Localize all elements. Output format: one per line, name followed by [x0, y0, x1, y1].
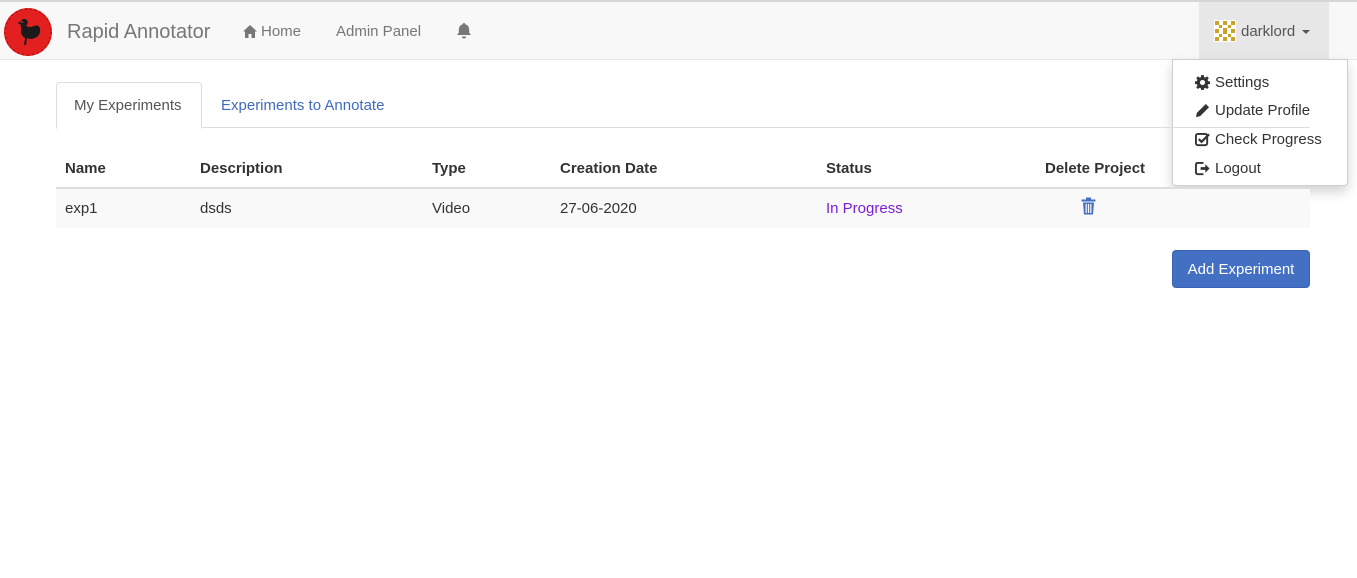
home-icon	[243, 25, 257, 38]
col-header-description: Description	[200, 160, 283, 177]
nav-admin-panel-link[interactable]: Admin Panel	[336, 23, 421, 40]
nav-home-link[interactable]: Home	[242, 23, 301, 40]
col-header-delete-project: Delete Project	[1045, 160, 1146, 177]
menu-item-check-progress[interactable]: Check Progress	[1173, 125, 1347, 154]
brand-title[interactable]: Rapid Annotator	[67, 21, 210, 44]
caret-down-icon	[1302, 30, 1311, 34]
tab-my-experiments[interactable]: My Experiments	[56, 82, 202, 129]
col-header-creation-date: Creation Date	[560, 160, 658, 177]
col-header-status: Status	[826, 160, 872, 177]
table-row	[56, 189, 1310, 228]
nav-home-label: Home	[261, 23, 302, 40]
nav-admin-label: Admin Panel	[336, 23, 422, 40]
username-label: darklord	[1241, 22, 1296, 40]
menu-item-check-progress-label: Check Progress	[1215, 130, 1322, 148]
menu-item-logout-label: Logout	[1215, 159, 1261, 177]
cell-name: exp1	[65, 200, 98, 217]
bell-icon	[457, 23, 471, 39]
experiment-tabs: My Experiments Experiments to Annotate	[56, 82, 1310, 129]
cell-status-link[interactable]: In Progress	[826, 200, 903, 217]
identicon-avatar	[1214, 20, 1236, 42]
tab-experiments-to-annotate[interactable]: Experiments to Annotate	[204, 82, 401, 128]
cell-description: dsds	[200, 200, 232, 217]
menu-item-logout[interactable]: Logout	[1173, 154, 1347, 183]
cell-type: Video	[432, 200, 471, 217]
logout-icon	[1195, 161, 1210, 175]
user-menu-toggle[interactable]: darklord	[1199, 2, 1329, 60]
trash-icon[interactable]	[1081, 197, 1096, 215]
col-header-type: Type	[432, 160, 466, 177]
col-header-name: Name	[65, 160, 106, 177]
top-navbar: Rapid Annotator Home Admin Panel darklor…	[0, 0, 1357, 60]
cell-creation-date: 27-06-2020	[560, 200, 637, 217]
add-experiment-button[interactable]: Add Experiment	[1172, 250, 1310, 288]
notifications-button[interactable]	[456, 22, 475, 39]
check-square-icon	[1195, 132, 1210, 147]
rooster-logo[interactable]	[3, 7, 53, 57]
